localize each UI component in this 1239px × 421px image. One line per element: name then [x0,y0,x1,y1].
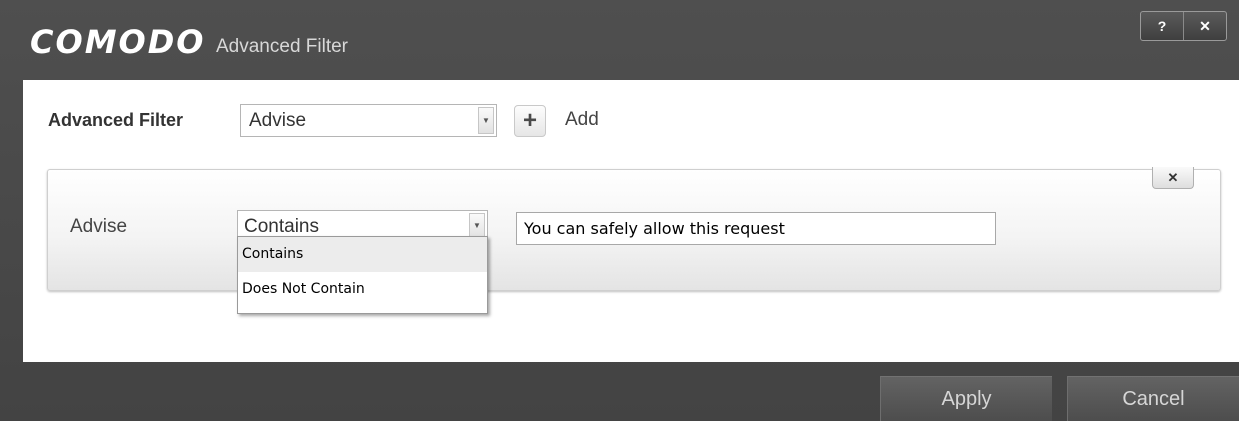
close-button[interactable]: ✕ [1183,12,1226,40]
filter-type-select[interactable]: Advise ▼ [240,104,497,137]
window-title: Advanced Filter [216,36,349,57]
remove-condition-button[interactable]: ✕ [1152,167,1194,189]
window-controls: ? ✕ [1140,11,1227,41]
advanced-filter-window: COMODO Advanced Filter ? ✕ Advanced Filt… [0,0,1239,421]
add-filter-label[interactable]: Add [565,109,599,131]
advanced-filter-label: Advanced Filter [48,110,184,130]
title-bar: COMODO Advanced Filter ? ✕ [0,0,1239,80]
plus-icon: + [522,107,537,134]
condition-value-input[interactable] [516,212,996,245]
cancel-button[interactable]: Cancel [1067,376,1239,421]
filter-content-area: Advanced Filter Advise ▼ + Add ✕ Advise … [23,80,1239,362]
operator-value: Contains [244,216,319,237]
apply-button[interactable]: Apply [880,376,1052,421]
close-icon: ✕ [1167,169,1179,185]
help-button[interactable]: ? [1141,12,1183,40]
chevron-down-icon[interactable]: ▼ [478,107,494,134]
chevron-down-icon[interactable]: ▼ [469,213,485,238]
condition-field-label: Advise [70,216,128,237]
dropdown-option-does-not-contain[interactable]: Does Not Contain [238,272,487,307]
add-filter-button[interactable]: + [514,105,546,137]
filter-type-value: Advise [249,110,307,131]
comodo-logo: COMODO [30,23,206,61]
operator-dropdown-list: Contains Does Not Contain [237,236,488,314]
dropdown-option-contains[interactable]: Contains [238,237,487,272]
